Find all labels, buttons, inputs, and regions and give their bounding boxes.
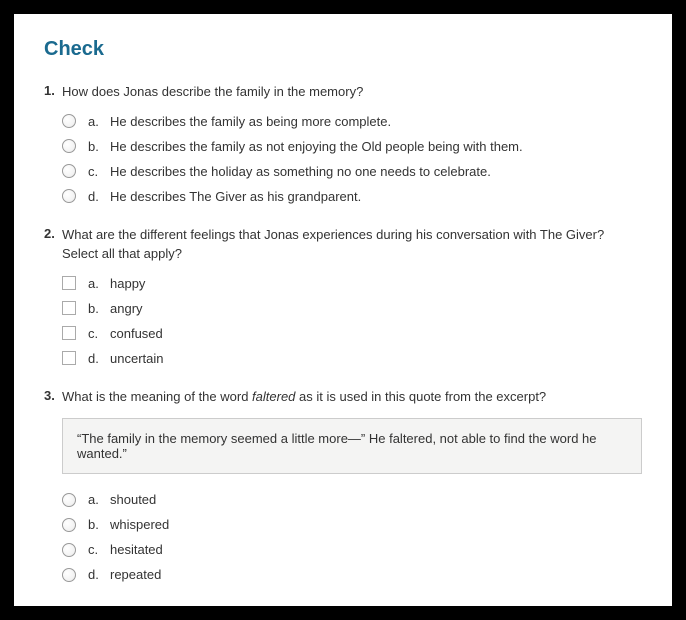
option-3b[interactable]: b. whispered (62, 517, 642, 532)
quote-box: “The family in the memory seemed a littl… (62, 418, 642, 474)
option-letter: c. (88, 542, 110, 557)
option-letter: d. (88, 189, 110, 204)
radio-icon[interactable] (62, 568, 76, 582)
option-letter: a. (88, 276, 110, 291)
option-text: repeated (110, 567, 161, 582)
question-1: 1. How does Jonas describe the family in… (44, 83, 642, 204)
checkbox-icon[interactable] (62, 276, 76, 290)
option-2d[interactable]: d. uncertain (62, 351, 642, 366)
radio-icon[interactable] (62, 493, 76, 507)
question-2: 2. What are the different feelings that … (44, 226, 642, 366)
option-letter: c. (88, 164, 110, 179)
option-3c[interactable]: c. hesitated (62, 542, 642, 557)
question-1-header: 1. How does Jonas describe the family in… (44, 83, 642, 102)
option-text: He describes the holiday as something no… (110, 164, 491, 179)
page: Check 1. How does Jonas describe the fam… (14, 14, 672, 606)
checkbox-icon[interactable] (62, 301, 76, 315)
option-text: shouted (110, 492, 156, 507)
question-number: 3. (44, 388, 62, 403)
option-letter: a. (88, 492, 110, 507)
question-number: 1. (44, 83, 62, 98)
option-letter: c. (88, 326, 110, 341)
radio-icon[interactable] (62, 114, 76, 128)
question-number: 2. (44, 226, 62, 241)
question-text: What is the meaning of the word faltered… (62, 388, 546, 407)
option-letter: d. (88, 567, 110, 582)
option-3a[interactable]: a. shouted (62, 492, 642, 507)
option-2c[interactable]: c. confused (62, 326, 642, 341)
radio-icon[interactable] (62, 543, 76, 557)
question-text-italic: faltered (252, 389, 295, 404)
question-3-options: a. shouted b. whispered c. hesitated d. … (44, 492, 642, 582)
radio-icon[interactable] (62, 518, 76, 532)
option-text: whispered (110, 517, 169, 532)
option-letter: b. (88, 139, 110, 154)
option-1c[interactable]: c. He describes the holiday as something… (62, 164, 642, 179)
option-text: He describes the family as not enjoying … (110, 139, 523, 154)
option-2b[interactable]: b. angry (62, 301, 642, 316)
option-text: hesitated (110, 542, 163, 557)
radio-icon[interactable] (62, 189, 76, 203)
checkbox-icon[interactable] (62, 351, 76, 365)
question-1-options: a. He describes the family as being more… (44, 114, 642, 204)
option-letter: b. (88, 517, 110, 532)
outer-frame: Check 1. How does Jonas describe the fam… (0, 0, 686, 620)
question-text-post: as it is used in this quote from the exc… (295, 389, 546, 404)
option-text: He describes the family as being more co… (110, 114, 391, 129)
option-1d[interactable]: d. He describes The Giver as his grandpa… (62, 189, 642, 204)
page-title: Check (44, 38, 642, 61)
option-letter: a. (88, 114, 110, 129)
option-text: He describes The Giver as his grandparen… (110, 189, 361, 204)
question-3: 3. What is the meaning of the word falte… (44, 388, 642, 583)
option-1a[interactable]: a. He describes the family as being more… (62, 114, 642, 129)
checkbox-icon[interactable] (62, 326, 76, 340)
option-text: angry (110, 301, 143, 316)
question-text: What are the different feelings that Jon… (62, 226, 642, 264)
question-2-header: 2. What are the different feelings that … (44, 226, 642, 264)
question-text-pre: What is the meaning of the word (62, 389, 252, 404)
option-letter: b. (88, 301, 110, 316)
option-text: confused (110, 326, 163, 341)
option-3d[interactable]: d. repeated (62, 567, 642, 582)
radio-icon[interactable] (62, 164, 76, 178)
question-text: How does Jonas describe the family in th… (62, 83, 363, 102)
option-letter: d. (88, 351, 110, 366)
question-2-options: a. happy b. angry c. confused d. uncerta… (44, 276, 642, 366)
option-text: happy (110, 276, 145, 291)
option-2a[interactable]: a. happy (62, 276, 642, 291)
question-3-header: 3. What is the meaning of the word falte… (44, 388, 642, 407)
radio-icon[interactable] (62, 139, 76, 153)
option-1b[interactable]: b. He describes the family as not enjoyi… (62, 139, 642, 154)
option-text: uncertain (110, 351, 163, 366)
